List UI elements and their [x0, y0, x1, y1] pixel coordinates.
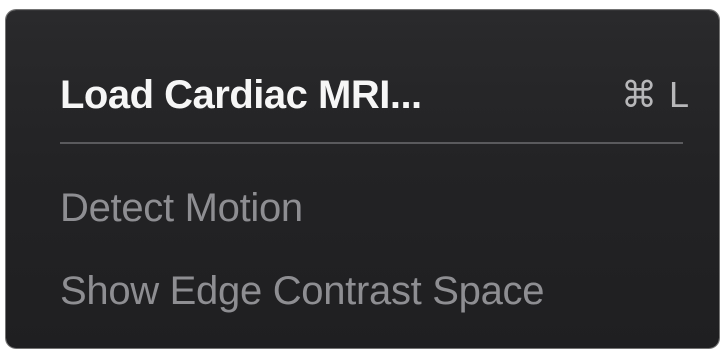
- menu-item-load-cardiac-mri[interactable]: Load Cardiac MRI... ⌘ L: [6, 62, 719, 128]
- menu-item-label: Detect Motion: [60, 185, 303, 230]
- menu-item-label: Show Edge Contrast Space: [60, 268, 545, 313]
- keyboard-shortcut: ⌘ L: [621, 74, 689, 116]
- command-key-icon: ⌘: [620, 74, 657, 115]
- menu-item-label: Load Cardiac MRI...: [60, 72, 422, 117]
- context-menu: Load Cardiac MRI... ⌘ L Detect Motion Sh…: [6, 10, 719, 348]
- menu-separator: [60, 142, 683, 144]
- menu-item-detect-motion[interactable]: Detect Motion: [6, 178, 719, 238]
- menu-item-show-edge-contrast-space[interactable]: Show Edge Contrast Space: [6, 260, 719, 322]
- shortcut-key: L: [668, 74, 689, 115]
